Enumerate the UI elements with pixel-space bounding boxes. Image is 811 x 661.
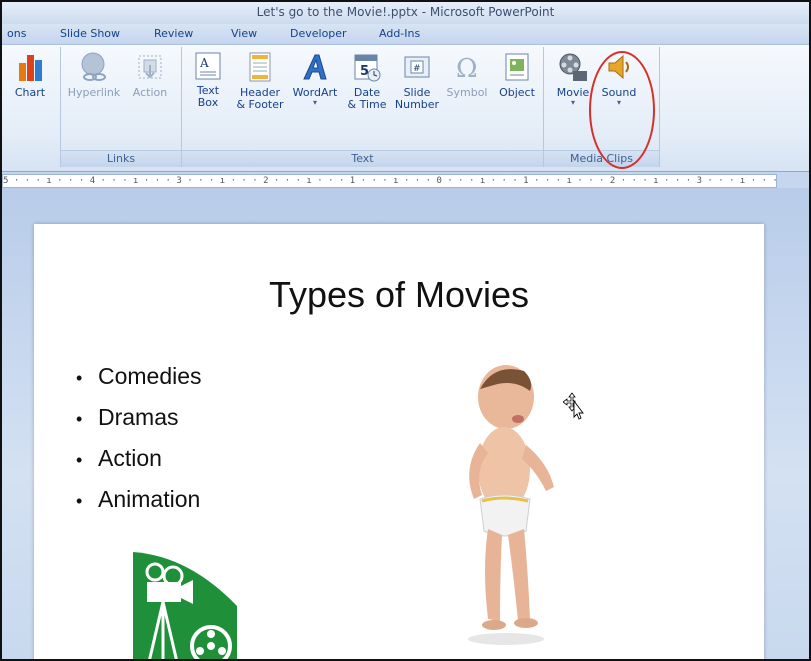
symbol-label: Symbol — [446, 86, 488, 99]
slide-canvas[interactable]: Types of Movies • Comedies • Dramas • Actio… — [34, 224, 764, 659]
text-group-label: Text — [182, 150, 543, 167]
object-icon — [505, 53, 529, 81]
chart-label: Chart — [14, 86, 46, 99]
annotation-circle — [589, 51, 655, 169]
bullet-list[interactable]: • Comedies • Dramas • Action • Animation — [76, 356, 202, 520]
date-time-icon: 5 — [354, 54, 381, 82]
links-group-label: Links — [61, 150, 181, 167]
title-bar: Let's go to the Movie!.pptx - Microsoft … — [2, 2, 809, 25]
bullet-icon: • — [76, 450, 83, 470]
horizontal-ruler[interactable]: 5 · · · ı · · · 4 · · · ı · · · 3 · · · … — [2, 174, 777, 188]
movie-camera-logo — [133, 552, 237, 659]
window-title: Let's go to the Movie!.pptx - Microsoft … — [256, 5, 555, 19]
svg-text:A: A — [199, 56, 209, 70]
wordart-button[interactable]: WordArt ▾ — [288, 51, 342, 107]
bullet-text: Dramas — [98, 404, 179, 430]
list-item: • Dramas — [76, 397, 202, 438]
text-box-icon: A — [195, 52, 221, 80]
symbol-button[interactable]: Ω Symbol — [442, 51, 492, 99]
object-label: Object — [499, 86, 535, 99]
bullet-icon: • — [76, 409, 83, 429]
slide-number-button[interactable]: # Slide Number — [392, 51, 442, 111]
symbol-icon: Ω — [456, 54, 478, 83]
tab-add-ins[interactable]: Add-Ins — [379, 27, 420, 40]
wordart-dropdown-icon[interactable]: ▾ — [288, 99, 342, 107]
tab-developer[interactable]: Developer — [290, 27, 347, 40]
tab-slide-show[interactable]: Slide Show — [60, 27, 120, 40]
header-footer-icon — [249, 52, 271, 82]
wordart-icon — [303, 54, 327, 80]
action-icon — [138, 55, 162, 79]
header-footer-button[interactable]: Header & Footer — [232, 51, 288, 111]
powerpoint-window: Let's go to the Movie!.pptx - Microsoft … — [0, 0, 811, 661]
text-box-button[interactable]: A Text Box — [184, 51, 232, 109]
svg-text:#: # — [413, 64, 421, 74]
slide-title[interactable]: Types of Movies — [34, 274, 764, 316]
bullet-text: Action — [98, 445, 162, 471]
ribbon: Chart Hyperlink Action Links A Text Box … — [2, 44, 809, 172]
slide-number-label-2: Number — [394, 98, 440, 111]
slide-number-icon: # — [404, 56, 430, 78]
hyperlink-label: Hyperlink — [67, 86, 121, 99]
text-box-label-2: Box — [197, 96, 219, 109]
tab-review[interactable]: Review — [154, 27, 193, 40]
list-item: • Animation — [76, 479, 202, 520]
date-time-label-2: & Time — [347, 98, 387, 111]
bullet-icon: • — [76, 491, 83, 511]
object-button[interactable]: Object — [492, 51, 542, 99]
hyperlink-icon — [81, 52, 106, 81]
header-footer-label-2: & Footer — [236, 98, 284, 111]
bullet-text: Animation — [98, 486, 201, 512]
movie-icon — [559, 53, 587, 81]
links-group: Hyperlink Action Links — [61, 47, 182, 167]
svg-text:5: 5 — [360, 64, 369, 79]
chart-button[interactable]: Chart — [4, 51, 56, 99]
date-time-button[interactable]: 5 Date & Time — [342, 51, 392, 111]
action-label: Action — [132, 86, 168, 99]
bullet-icon: • — [76, 368, 83, 388]
list-item: • Comedies — [76, 356, 202, 397]
hyperlink-button[interactable]: Hyperlink — [65, 51, 123, 99]
tab-view[interactable]: View — [231, 27, 257, 40]
svg-text:Ω: Ω — [456, 54, 478, 83]
move-cursor-icon — [563, 392, 584, 420]
tab-animations[interactable]: ons — [7, 27, 26, 40]
ruler-ticks: 5 · · · ı · · · 4 · · · ı · · · 3 · · · … — [3, 176, 776, 186]
text-group: A Text Box Header & Footer WordArt ▾ 5 D… — [182, 47, 544, 167]
action-button[interactable]: Action — [123, 51, 177, 99]
chart-icon — [19, 55, 42, 81]
ribbon-tabs: ons Slide Show Review View Developer Add… — [2, 24, 809, 44]
dancing-baby-image[interactable] — [444, 359, 564, 649]
list-item: • Action — [76, 438, 202, 479]
bullet-text: Comedies — [98, 363, 202, 389]
illustrations-group: Chart — [2, 47, 61, 167]
